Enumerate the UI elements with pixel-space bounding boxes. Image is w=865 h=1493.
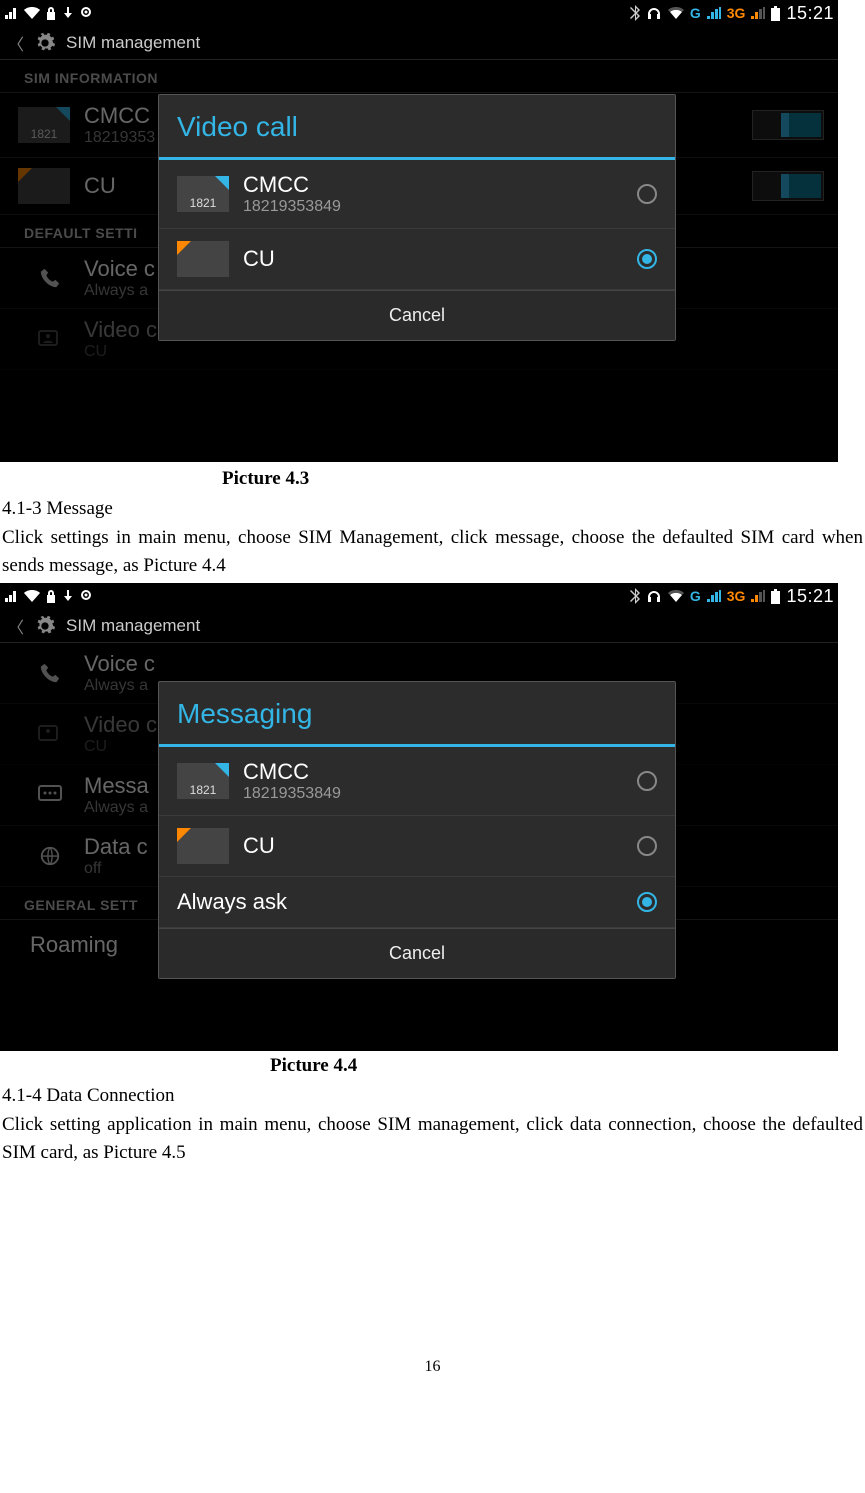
wifi-signal-icon [668,590,684,602]
lock-icon [46,7,56,20]
gear-icon [34,615,56,637]
sim-chip-icon: 1821 [177,763,229,799]
para-4-1-4: Click setting application in main menu, … [0,1109,865,1168]
screenshot-picture-4-4: G 3G 15:21 〈 SIM management Voice c Alwa… [0,583,838,1051]
option-name: CMCC [243,759,341,785]
option-number: 18219353849 [243,785,341,803]
heading-4-1-4: 4.1-4 Data Connection [0,1081,865,1109]
radio-cu[interactable] [637,249,657,269]
back-icon: 〈 [8,614,24,638]
g-indicator: G [690,588,701,604]
bluetooth-icon [630,5,640,21]
modal-option-always-ask[interactable]: Always ask [159,877,675,928]
gear-icon [34,32,56,54]
sim-chip-icon [177,828,229,864]
wifi-icon [24,7,40,19]
headphone-icon [646,589,662,603]
threeg-indicator: 3G [727,588,746,604]
battery-icon [771,6,780,21]
modal-option-cu[interactable]: CU [159,816,675,877]
radio-cu[interactable] [637,836,657,856]
threeg-indicator: 3G [727,5,746,21]
clock: 15:21 [786,3,834,24]
radio-cmcc[interactable] [637,184,657,204]
signal-bars-icon [707,7,721,19]
wifi-signal-icon [668,7,684,19]
caption-4-4: Picture 4.4 [0,1051,865,1081]
location-icon [80,6,92,20]
heading-4-1-3: 4.1-3 Message [0,494,865,522]
back-icon: 〈 [8,31,24,55]
modal-option-cmcc[interactable]: 1821 CMCC 18219353849 [159,160,675,229]
signal-bars-icon [707,590,721,602]
modal-option-cmcc[interactable]: 1821 CMCC 18219353849 [159,747,675,816]
status-bar: G 3G 15:21 [0,583,838,609]
download-icon [62,590,74,602]
clock: 15:21 [786,586,834,607]
cancel-button[interactable]: Cancel [159,290,675,340]
option-name: CU [243,833,275,859]
video-call-modal: Video call 1821 CMCC 18219353849 CU Canc… [158,94,676,341]
download-icon [62,7,74,19]
settings-title-bar[interactable]: 〈 SIM management [0,26,838,60]
location-icon [80,589,92,603]
signal-bars-2-icon [751,7,765,19]
sim-chip-icon [177,241,229,277]
screenshot-picture-4-3: G 3G 15:21 〈 SIM management SIM INFORMAT… [0,0,838,462]
signal-bars-2-icon [751,590,765,602]
radio-cmcc[interactable] [637,771,657,791]
messaging-modal: Messaging 1821 CMCC 18219353849 CU Alway… [158,681,676,979]
option-name: CMCC [243,172,341,198]
cancel-button[interactable]: Cancel [159,928,675,978]
modal-option-cu[interactable]: CU [159,229,675,290]
option-name: CU [243,246,275,272]
title-text: SIM management [66,33,200,53]
option-name: Always ask [177,889,287,915]
lock-icon [46,590,56,603]
caption-4-3: Picture 4.3 [0,462,865,494]
status-bar: G 3G 15:21 [0,0,838,26]
sim-chip-icon: 1821 [177,176,229,212]
modal-title: Video call [177,111,657,143]
g-indicator: G [690,5,701,21]
para-4-1-3: Click settings in main menu, choose SIM … [0,522,865,581]
settings-title-bar[interactable]: 〈 SIM management [0,609,838,643]
radio-always-ask[interactable] [637,892,657,912]
page-number: 16 [0,1168,865,1376]
title-text: SIM management [66,616,200,636]
battery-icon [771,589,780,604]
wifi-icon [24,590,40,602]
document-page: G 3G 15:21 〈 SIM management SIM INFORMAT… [0,0,865,1376]
reception-icon [4,589,18,603]
modal-title: Messaging [177,698,657,730]
bluetooth-icon [630,588,640,604]
option-number: 18219353849 [243,198,341,216]
headphone-icon [646,6,662,20]
reception-icon [4,6,18,20]
